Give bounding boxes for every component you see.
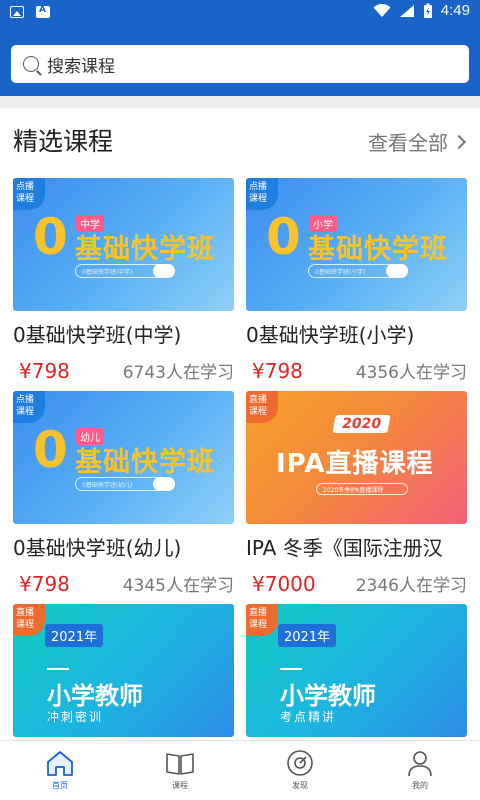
course-thumbnail[interactable]: 直播 课程 2021年 小学教师 冲刺密训	[13, 604, 234, 737]
banner-year: 2020	[332, 415, 391, 433]
course-name[interactable]: 0基础快学班(中学)	[13, 319, 234, 348]
learner-count: 4356人在学习	[355, 363, 467, 383]
course-type-tag: 直播 课程	[246, 604, 278, 636]
learner-count: 6743人在学习	[122, 363, 234, 383]
section-title: 精选课程	[13, 127, 114, 156]
course-type-tag: 点播 课程	[246, 178, 278, 210]
nav-label: 首页	[52, 781, 68, 790]
banner-search-graphic: 2020冬季IPA直播课程	[316, 483, 408, 495]
course-card[interactable]: 点播 课程 0 小学 基础快学班 0基础快学班(小学) 0基础快学班(小学) ¥7…	[246, 178, 467, 383]
photo-notification-icon	[10, 6, 24, 18]
status-bar: 4:49	[0, 0, 480, 26]
course-price: ¥798	[19, 358, 70, 383]
course-card[interactable]: 直播 课程 2021年 小学教师 冲刺密训	[13, 604, 234, 737]
banner-zero: 0	[266, 208, 301, 266]
course-thumbnail[interactable]: 直播 课程 2021年 小学教师 考点精讲	[246, 604, 467, 737]
course-card[interactable]: 直播 课程 2020 IPA直播课程 2020冬季IPA直播课程 IPA 冬季《国…	[246, 391, 467, 596]
banner-title: 基础快学班	[308, 234, 448, 265]
banner-title: 小学教师	[280, 682, 376, 710]
banner-subtitle: 冲刺密训	[47, 710, 104, 724]
nav-label: 课程	[172, 781, 188, 790]
banner-year: 2021年	[278, 624, 337, 647]
divider-band	[0, 96, 480, 108]
battery-icon	[423, 3, 432, 18]
banner-zero: 0	[33, 208, 68, 266]
course-name[interactable]: IPA 冬季《国际注册汉	[246, 532, 467, 561]
book-icon	[166, 753, 194, 775]
banner-search-graphic: 0基础快学班(幼儿)	[75, 477, 175, 491]
nav-home[interactable]: 首页	[0, 741, 120, 800]
banner-title: 基础快学班	[75, 234, 215, 265]
nav-courses[interactable]: 课程	[120, 741, 240, 800]
nav-profile[interactable]: 我的	[360, 741, 480, 800]
nav-label: 我的	[412, 781, 428, 790]
view-all-link[interactable]: 查看全部	[368, 127, 467, 156]
course-price: ¥798	[19, 571, 70, 596]
app-header: 搜索课程	[0, 26, 480, 96]
discover-icon	[287, 750, 313, 776]
course-name[interactable]: 0基础快学班(幼儿)	[13, 532, 234, 561]
banner-year: 2021年	[45, 624, 104, 647]
course-card[interactable]: 点播 课程 0 中学 基础快学班 0基础快学班(中学) 0基础快学班(中学) ¥7…	[13, 178, 234, 383]
signal-icon	[399, 4, 414, 17]
learner-count: 2346人在学习	[355, 576, 467, 596]
course-thumbnail[interactable]: 点播 课程 0 幼儿 基础快学班 0基础快学班(幼儿)	[13, 391, 234, 524]
nav-label: 发现	[292, 781, 308, 790]
course-price: ¥7000	[252, 571, 316, 596]
user-icon	[408, 751, 432, 777]
banner-title: 基础快学班	[75, 447, 215, 478]
course-thumbnail[interactable]: 点播 课程 0 中学 基础快学班 0基础快学班(中学)	[13, 178, 234, 311]
wifi-icon	[373, 3, 391, 17]
course-price: ¥798	[252, 358, 303, 383]
banner-search-graphic: 0基础快学班(中学)	[75, 264, 175, 278]
banner-subtitle: 考点精讲	[280, 710, 337, 724]
course-type-tag: 直播 课程	[246, 391, 278, 423]
nav-discover[interactable]: 发现	[240, 741, 360, 800]
course-type-tag: 点播 课程	[13, 178, 45, 210]
course-type-tag: 点播 课程	[13, 391, 45, 423]
search-bar[interactable]: 搜索课程	[11, 45, 469, 83]
course-name[interactable]: 0基础快学班(小学)	[246, 319, 467, 348]
banner-title: IPA直播课程	[276, 449, 434, 479]
course-thumbnail[interactable]: 直播 课程 2020 IPA直播课程 2020冬季IPA直播课程	[246, 391, 467, 524]
banner-title: 小学教师	[47, 682, 143, 710]
learner-count: 4345人在学习	[122, 576, 234, 596]
banner-line	[280, 668, 302, 670]
banner-line	[47, 668, 69, 670]
search-icon	[23, 56, 39, 72]
document-notification-icon	[36, 5, 50, 18]
course-card[interactable]: 直播 课程 2021年 小学教师 考点精讲	[246, 604, 467, 737]
chevron-right-icon	[451, 134, 467, 149]
view-all-label: 查看全部	[368, 131, 448, 155]
bottom-nav: 首页 课程 发现 我的	[0, 740, 480, 800]
banner-search-graphic: 0基础快学班(小学)	[308, 264, 408, 278]
search-input[interactable]: 搜索课程	[47, 52, 115, 77]
home-icon	[47, 751, 73, 776]
course-thumbnail[interactable]: 点播 课程 0 小学 基础快学班 0基础快学班(小学)	[246, 178, 467, 311]
course-card[interactable]: 点播 课程 0 幼儿 基础快学班 0基础快学班(幼儿) 0基础快学班(幼儿) ¥7…	[13, 391, 234, 596]
course-type-tag: 直播 课程	[13, 604, 45, 636]
banner-zero: 0	[33, 421, 68, 479]
status-time: 4:49	[440, 2, 470, 19]
